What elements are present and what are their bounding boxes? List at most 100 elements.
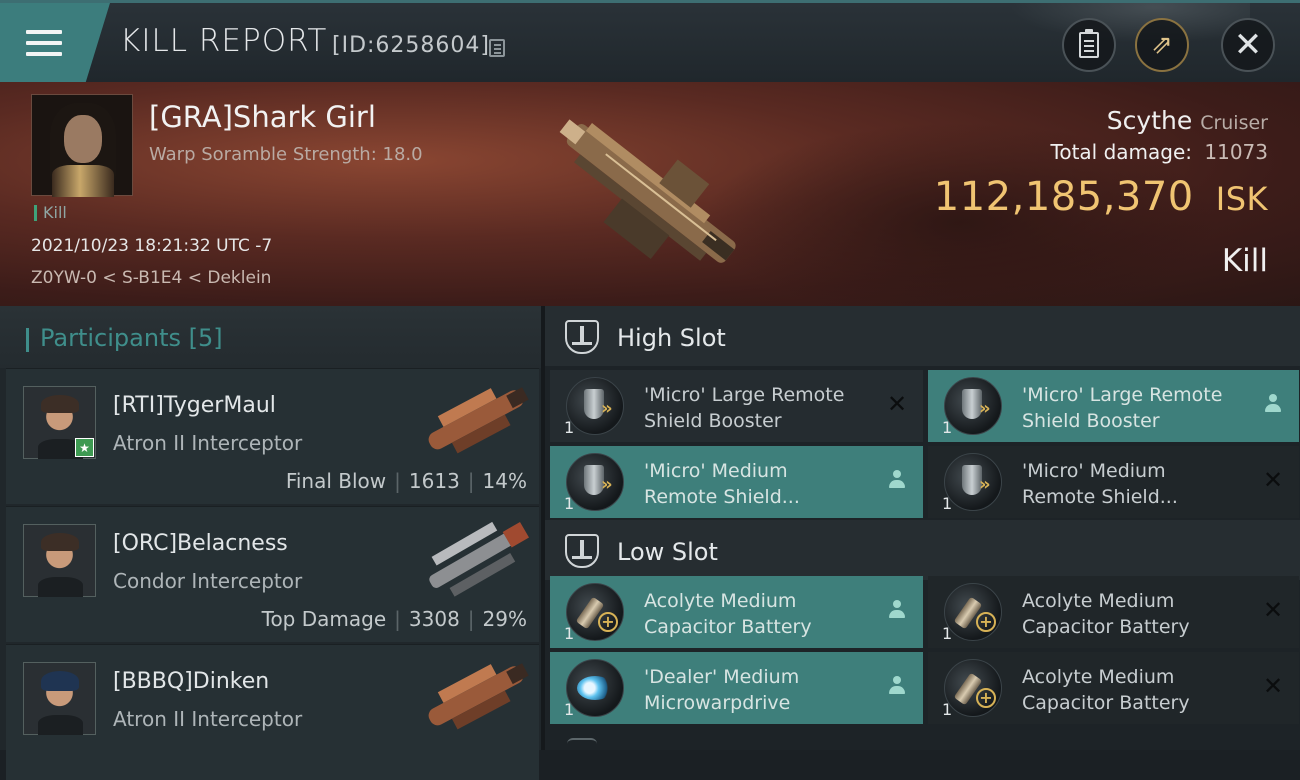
module-card[interactable]: + 1 Acolyte Medium Capacitor Battery ✕ bbox=[928, 652, 1299, 724]
kill-tag: Kill bbox=[34, 205, 67, 221]
clipboard-button[interactable] bbox=[1062, 18, 1116, 72]
victim-ship-type: Scythe Cruiser bbox=[1107, 106, 1268, 135]
module-card[interactable]: 1 'Dealer' Medium Microwarpdrive bbox=[550, 652, 923, 724]
participant-name[interactable]: [ORC]Belacness bbox=[113, 531, 288, 556]
low-slot-title: Low Slot bbox=[617, 538, 718, 566]
warp-scramble-strength: Warp Soramble Strength: 18.0 bbox=[149, 144, 423, 165]
capacitor-battery-icon: + bbox=[944, 659, 1002, 717]
page-title: KILL REPORT bbox=[120, 23, 328, 59]
destroyed-icon: ✕ bbox=[886, 390, 908, 418]
module-card[interactable]: + 1 Acolyte Medium Capacitor Battery bbox=[550, 576, 923, 648]
ship-name[interactable]: Scythe bbox=[1107, 106, 1192, 135]
module-quantity: 1 bbox=[564, 700, 575, 719]
person-icon bbox=[885, 598, 909, 622]
capacitor-battery-icon: + bbox=[944, 583, 1002, 641]
share-icon: ⇗ bbox=[1151, 30, 1173, 60]
module-quantity: 1 bbox=[942, 494, 953, 513]
module-name: Acolyte Medium Capacitor Battery bbox=[644, 590, 812, 638]
participant-stats: Top Damage | 3308 | 29% bbox=[261, 607, 527, 631]
participants-count: [5] bbox=[188, 324, 223, 352]
menu-button[interactable] bbox=[0, 3, 110, 82]
participant-damage: 1613 bbox=[408, 469, 460, 493]
participants-panel: Participants [5] ★ [RTI]TygerMaul Atron … bbox=[0, 306, 541, 780]
low-slot-icon bbox=[565, 534, 599, 568]
participant-name[interactable]: [RTI]TygerMaul bbox=[113, 393, 276, 418]
high-slot-header: High Slot bbox=[545, 306, 1300, 366]
module-card[interactable]: » 1 'Micro' Medium Remote Shield... bbox=[550, 446, 923, 518]
person-icon bbox=[1261, 392, 1285, 416]
destroyed-icon: ✕ bbox=[1262, 596, 1284, 624]
module-name: 'Micro' Medium Remote Shield... bbox=[1022, 460, 1178, 508]
header-ship-decoration bbox=[1010, 3, 1250, 43]
participant-row[interactable]: ★ [RTI]TygerMaul Atron II Interceptor Fi… bbox=[6, 368, 539, 504]
fitting-panel: High Slot » 1 'Micro' Large Remote Shield… bbox=[541, 306, 1300, 750]
module-card[interactable]: » 1 'Micro' Medium Remote Shield... ✕ bbox=[928, 446, 1299, 518]
destroyed-icon: ✕ bbox=[1262, 466, 1284, 494]
person-icon bbox=[885, 674, 909, 698]
next-slot-icon bbox=[567, 738, 597, 750]
participant-ship-image bbox=[429, 521, 529, 597]
module-card[interactable]: » 1 'Micro' Large Remote Shield Booster ✕ bbox=[550, 370, 923, 442]
capacitor-battery-icon: + bbox=[566, 583, 624, 641]
microwarpdrive-icon bbox=[566, 659, 624, 717]
module-name: 'Micro' Large Remote Shield Booster bbox=[644, 384, 845, 432]
clipboard-icon bbox=[1079, 29, 1099, 58]
victim-ship-image bbox=[559, 119, 736, 263]
module-name: 'Micro' Medium Remote Shield... bbox=[644, 460, 800, 508]
avatar[interactable] bbox=[23, 662, 96, 735]
participant-stat-label: Top Damage bbox=[261, 607, 387, 631]
participant-ship: Atron II Interceptor bbox=[113, 707, 303, 731]
module-name: Acolyte Medium Capacitor Battery bbox=[1022, 666, 1190, 714]
person-icon bbox=[885, 468, 909, 492]
close-button[interactable]: ✕ bbox=[1221, 18, 1275, 72]
menu-icon bbox=[26, 29, 62, 56]
participant-stats: Final Blow | 1613 | 14% bbox=[285, 469, 527, 493]
destroyed-icon: ✕ bbox=[1262, 672, 1284, 700]
participant-stat-label: Final Blow bbox=[285, 469, 387, 493]
share-button[interactable]: ⇗ bbox=[1135, 18, 1189, 72]
kill-datetime: 2021/10/23 18:21:32 UTC -7 bbox=[31, 236, 273, 256]
avatar[interactable]: ★ bbox=[23, 386, 96, 459]
participants-header: Participants [5] bbox=[0, 306, 541, 368]
module-card[interactable]: » 1 'Micro' Large Remote Shield Booster bbox=[928, 370, 1299, 442]
avatar[interactable] bbox=[23, 524, 96, 597]
module-quantity: 1 bbox=[942, 418, 953, 437]
participant-ship-image bbox=[428, 663, 529, 730]
high-slot-icon bbox=[565, 320, 599, 354]
report-id: [ID:6258604] bbox=[332, 33, 490, 58]
total-damage: Total damage: 11073 bbox=[1051, 140, 1268, 164]
victim-name[interactable]: [GRA]Shark Girl bbox=[149, 100, 376, 134]
shield-booster-icon: » bbox=[566, 377, 624, 435]
total-damage-label: Total damage: bbox=[1050, 140, 1193, 164]
module-name: 'Dealer' Medium Microwarpdrive bbox=[644, 666, 800, 714]
shield-booster-icon: » bbox=[566, 453, 624, 511]
module-quantity: 1 bbox=[564, 494, 575, 513]
participant-percent: 14% bbox=[482, 469, 527, 493]
close-icon: ✕ bbox=[1233, 25, 1263, 65]
total-damage-value: 11073 bbox=[1204, 140, 1268, 164]
ship-class: Cruiser bbox=[1200, 112, 1268, 134]
isk-value: 112,185,370 bbox=[933, 174, 1194, 220]
participant-percent: 29% bbox=[482, 607, 527, 631]
copy-icon[interactable] bbox=[489, 39, 505, 57]
high-slot-title: High Slot bbox=[617, 324, 726, 352]
module-quantity: 1 bbox=[564, 624, 575, 643]
participant-damage: 3308 bbox=[408, 607, 460, 631]
shield-booster-icon: » bbox=[944, 453, 1002, 511]
participant-row[interactable]: [ORC]Belacness Condor Interceptor Top Da… bbox=[6, 506, 539, 642]
participant-ship-image bbox=[428, 387, 529, 454]
isk-value-line: 112,185,370 ISK bbox=[934, 174, 1268, 220]
module-card[interactable]: + 1 Acolyte Medium Capacitor Battery ✕ bbox=[928, 576, 1299, 648]
module-name: Acolyte Medium Capacitor Battery bbox=[1022, 590, 1190, 638]
kill-banner: [GRA]Shark Girl Warp Soramble Strength: … bbox=[0, 82, 1300, 306]
participant-row[interactable]: [BBBQ]Dinken Atron II Interceptor bbox=[6, 644, 539, 780]
participant-name[interactable]: [BBBQ]Dinken bbox=[113, 669, 269, 694]
low-slot-header: Low Slot bbox=[545, 520, 1300, 580]
header-bar: KILL REPORT [ID:6258604] ⇗ ✕ bbox=[0, 0, 1300, 82]
shield-booster-icon: » bbox=[944, 377, 1002, 435]
module-quantity: 1 bbox=[942, 624, 953, 643]
victim-portrait[interactable] bbox=[31, 94, 133, 197]
kill-location[interactable]: Z0YW-0 < S-B1E4 < Deklein bbox=[31, 268, 271, 288]
module-quantity: 1 bbox=[564, 418, 575, 437]
module-quantity: 1 bbox=[942, 700, 953, 719]
